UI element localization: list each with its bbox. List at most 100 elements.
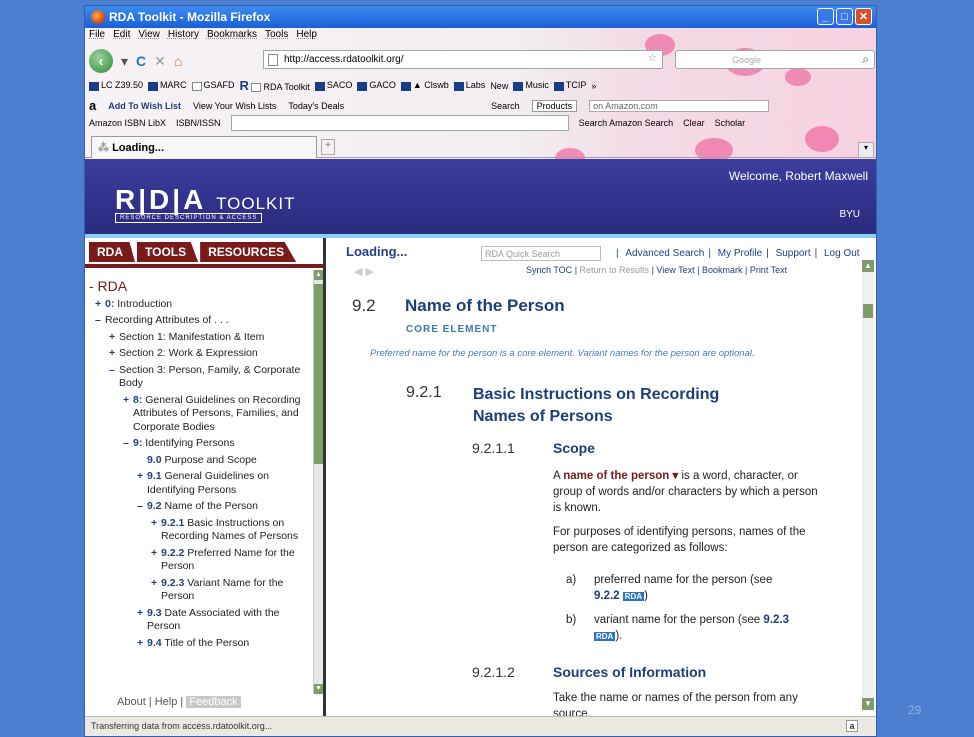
menu-tools[interactable]: Tools (265, 29, 288, 40)
my-profile-link[interactable]: My Profile (718, 248, 762, 259)
print-text-link[interactable]: Print Text (750, 265, 787, 275)
expand-icon[interactable]: – (137, 500, 143, 514)
ref-9-2-2-link[interactable]: 9.2.2 (594, 590, 620, 602)
toc-item[interactable]: +9.3 Date Associated with the Person (89, 607, 311, 634)
toc-item[interactable]: –9: Identifying Persons (89, 437, 311, 451)
back-arrow-icon[interactable]: ◀ (354, 266, 362, 278)
rda-logo[interactable]: R|D|A TOOLKIT (115, 184, 296, 216)
toc-item[interactable]: – Section 3: Person, Family, & Corporate… (89, 364, 311, 391)
ref-9-2-3-link[interactable]: 9.2.3 (763, 614, 789, 626)
clear-button[interactable]: Clear (683, 118, 705, 128)
bookmark-item[interactable]: MARC (148, 80, 187, 91)
scroll-up-icon[interactable]: ▲ (314, 270, 323, 280)
google-search-input[interactable]: Google ⌕ (675, 50, 875, 69)
return-to-results-link[interactable]: Return to Results (580, 265, 650, 275)
products-select[interactable]: Products (531, 99, 578, 112)
scroll-down-icon[interactable]: ▼ (314, 684, 323, 694)
menu-edit[interactable]: Edit (113, 29, 130, 40)
expand-icon[interactable]: + (151, 547, 157, 561)
rda-link-badge[interactable]: RDA (594, 632, 616, 641)
close-button[interactable]: ✕ (855, 8, 872, 25)
expand-icon[interactable]: + (151, 517, 157, 531)
view-text-link[interactable]: View Text (656, 265, 694, 275)
minimize-button[interactable]: _ (817, 8, 834, 25)
toc-item[interactable]: +9.1 General Guidelines on Identifying P… (89, 470, 311, 497)
expand-icon[interactable]: + (137, 607, 143, 621)
tab-loading[interactable]: ⁂ Loading... (91, 136, 317, 158)
chevron-right-icon[interactable]: » (591, 81, 596, 91)
bookmark-item[interactable]: R RDA Toolkit (240, 78, 310, 93)
bookmark-item[interactable]: SACO (314, 80, 352, 91)
bookmark-item[interactable]: Music (513, 80, 549, 91)
bookmark-item[interactable]: Labs (453, 80, 485, 91)
tab-rda[interactable]: RDA (89, 242, 135, 262)
view-wish-lists-link[interactable]: View Your Wish Lists (193, 101, 276, 111)
forward-dropdown-icon[interactable]: ▾ (121, 53, 128, 70)
add-to-wish-list-button[interactable]: Add To Wish List (108, 101, 181, 111)
star-icon[interactable]: ☆ (648, 53, 657, 64)
feedback-link[interactable]: Feedback (186, 696, 241, 708)
toc-item[interactable]: +9.2.1 Basic Instructions on Recording N… (89, 517, 311, 544)
todays-deals-link[interactable]: Today's Deals (288, 101, 344, 111)
libx-input[interactable] (230, 115, 569, 131)
tab-tools[interactable]: TOOLS (137, 242, 199, 262)
stop-icon[interactable]: ✕ (154, 53, 166, 70)
back-icon[interactable]: ‹ (89, 49, 113, 73)
search-amazon-button[interactable]: Search Amazon Search (579, 118, 674, 128)
menu-bookmarks[interactable]: Bookmarks (207, 29, 257, 40)
amazon-status-icon[interactable]: a (846, 720, 858, 732)
expand-icon[interactable]: + (109, 347, 115, 361)
libx-dropdown[interactable]: Amazon ISBN LibX (89, 118, 166, 128)
bookmark-item[interactable]: GSAFD (191, 80, 235, 91)
bookmark-item[interactable]: New (490, 81, 508, 91)
expand-icon[interactable]: + (151, 577, 157, 591)
expand-icon[interactable]: – (123, 437, 129, 451)
scroll-thumb[interactable] (314, 284, 323, 464)
synch-toc-link[interactable]: Synch TOC (526, 265, 572, 275)
help-link[interactable]: Help (155, 696, 178, 708)
support-link[interactable]: Support (776, 248, 811, 259)
bookmark-item[interactable]: TCIP (553, 80, 586, 91)
reload-icon[interactable]: C (136, 53, 146, 69)
forward-arrow-icon[interactable]: ▶ (366, 266, 374, 278)
bookmark-item[interactable]: LC Z39.50 (89, 80, 143, 91)
about-link[interactable]: About (117, 696, 146, 708)
advanced-search-link[interactable]: Advanced Search (625, 248, 704, 259)
expand-icon[interactable]: – (95, 314, 101, 328)
log-out-link[interactable]: Log Out (824, 248, 860, 259)
toc-root[interactable]: - RDA (89, 279, 311, 294)
expand-icon[interactable]: – (109, 364, 115, 378)
expand-icon[interactable]: + (137, 470, 143, 484)
expand-icon[interactable]: + (137, 637, 143, 651)
rda-link-badge[interactable]: RDA (622, 592, 645, 601)
tab-list-icon[interactable]: ▾ (858, 142, 874, 158)
toc-item[interactable]: +9.4 Title of the Person (89, 637, 311, 651)
search-icon[interactable]: ⌕ (862, 52, 869, 67)
expand-icon[interactable]: + (109, 331, 115, 345)
menu-view[interactable]: View (138, 29, 160, 40)
scroll-down-icon[interactable]: ▼ (862, 698, 874, 710)
amazon-search-input[interactable]: on Amazon.com (589, 99, 770, 112)
glossary-term-link[interactable]: name of the person ▾ (563, 470, 678, 482)
menu-history[interactable]: History (168, 29, 199, 40)
toc-item[interactable]: +8: General Guidelines on Recording Attr… (89, 394, 311, 435)
expand-icon[interactable]: + (123, 394, 129, 408)
menu-help[interactable]: Help (296, 29, 317, 40)
left-scrollbar[interactable]: ▲ ▼ (313, 270, 323, 694)
expand-icon[interactable]: + (95, 298, 101, 312)
isbn-dropdown[interactable]: ISBN/ISSN (176, 118, 221, 128)
amazon-logo[interactable]: a (89, 98, 96, 113)
scroll-thumb[interactable] (863, 304, 873, 318)
toc-item[interactable]: 9.0 Purpose and Scope (89, 454, 311, 468)
tab-resources[interactable]: RESOURCES (200, 242, 297, 262)
content-scrollbar[interactable]: ▲ ▼ (862, 260, 874, 710)
bookmark-item[interactable]: ▲ Clswb (400, 80, 449, 91)
bookmark-link[interactable]: Bookmark (702, 265, 743, 275)
menu-file[interactable]: File (89, 29, 105, 40)
url-bar[interactable]: http://access.rdatoolkit.org/ ☆ (263, 50, 663, 69)
toc-item[interactable]: –9.2 Name of the Person (89, 500, 311, 514)
new-tab-button[interactable]: + (321, 139, 335, 155)
toc-item[interactable]: +9.2.2 Preferred Name for the Person (89, 547, 311, 574)
quick-search-input[interactable]: RDA Quick Search (481, 246, 601, 261)
scroll-up-icon[interactable]: ▲ (862, 260, 874, 272)
